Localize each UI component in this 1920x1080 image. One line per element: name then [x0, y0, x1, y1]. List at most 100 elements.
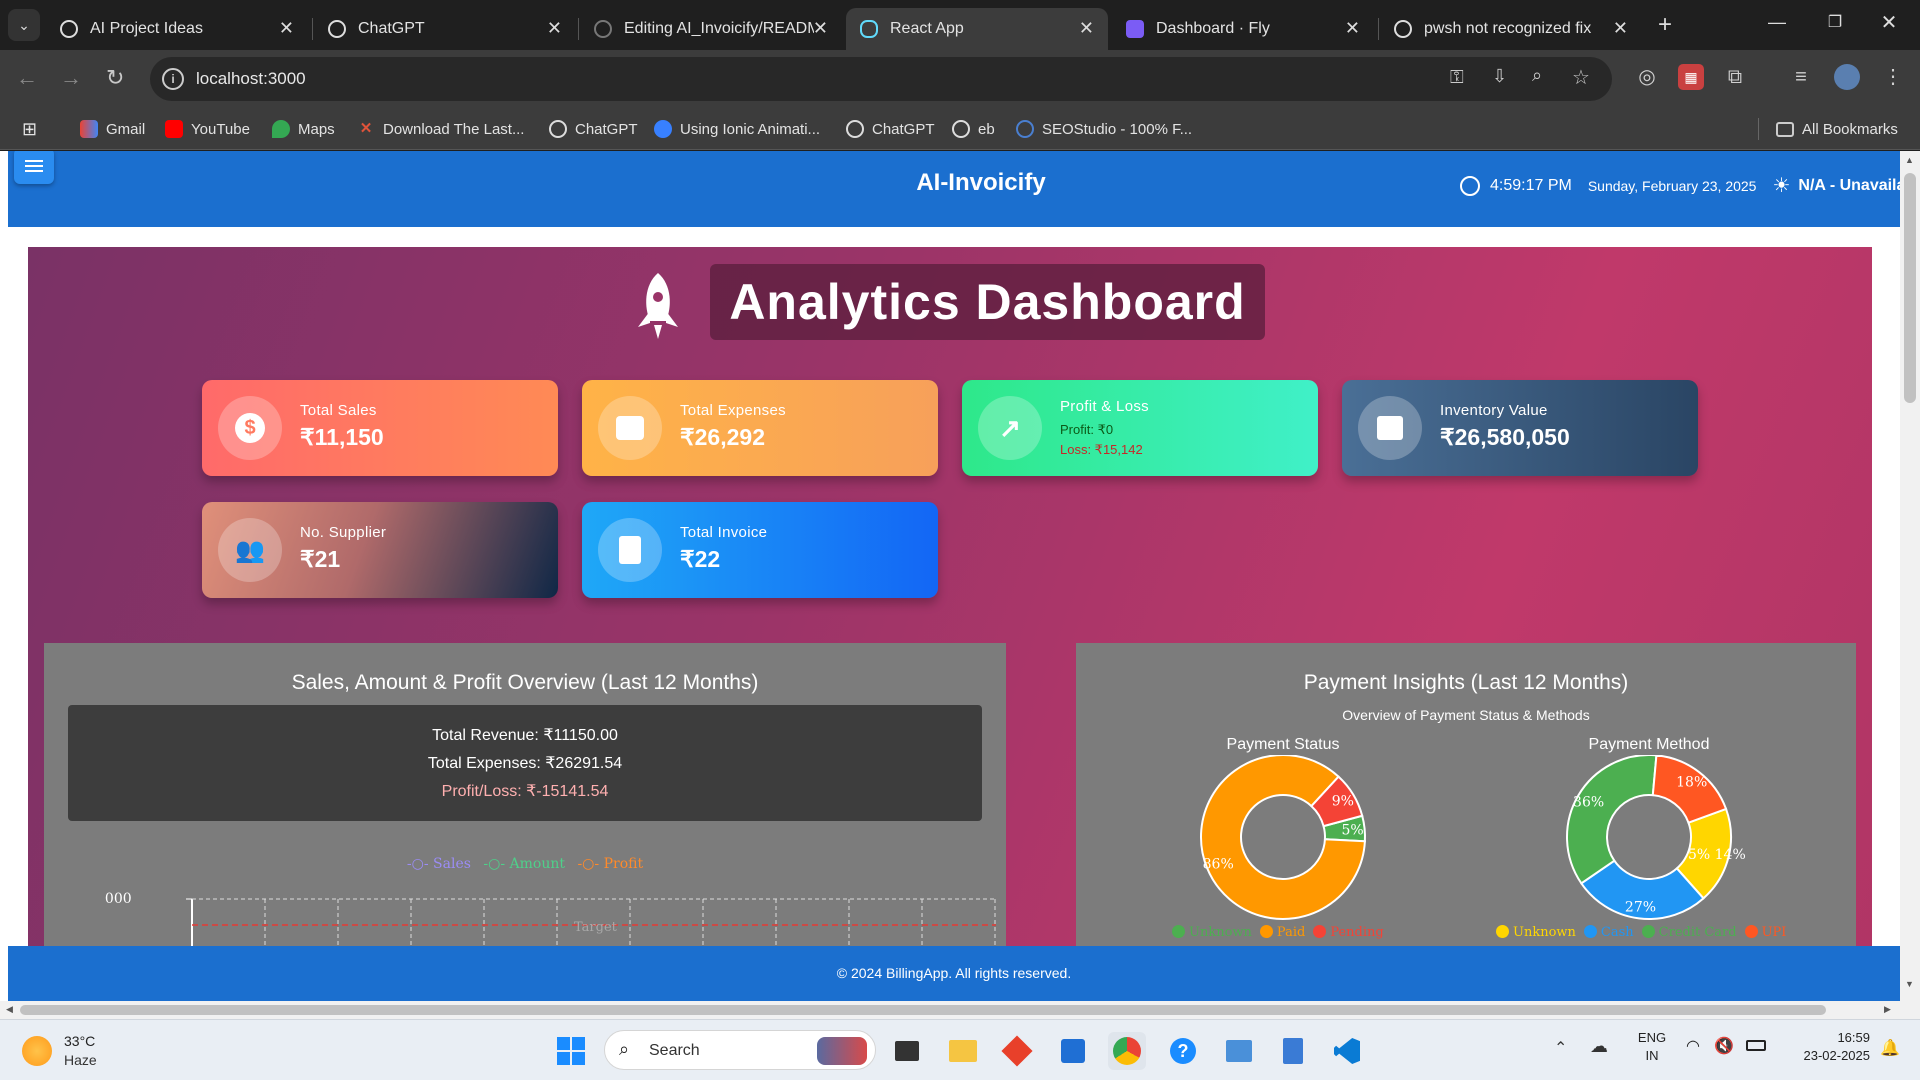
profit-loss-card[interactable]: ↗ Profit & Loss Profit: ₹0 Loss: ₹15,142	[962, 380, 1318, 476]
legend-amount[interactable]: -○- Amount	[483, 856, 565, 872]
extension-red-icon[interactable]: ▦	[1678, 64, 1704, 90]
inventory-value-card[interactable]: Inventory Value ₹26,580,050	[1342, 380, 1698, 476]
horizontal-scrollbar[interactable]: ◀ ▶	[0, 1001, 1920, 1019]
battery-icon[interactable]	[1746, 1040, 1766, 1051]
close-icon[interactable]: ✕	[279, 18, 294, 39]
back-icon[interactable]: ←	[16, 65, 38, 91]
show-hidden-icons[interactable]: ⌃	[1554, 1038, 1567, 1058]
legend-item-credit-card[interactable]: Credit Card	[1641, 925, 1737, 940]
app-red-diamond-icon[interactable]	[998, 1032, 1036, 1070]
tab-chatgpt[interactable]: ChatGPT ✕	[314, 8, 576, 50]
minimize-button[interactable]: —	[1760, 12, 1794, 38]
card-label: Inventory Value	[1440, 402, 1548, 419]
onedrive-icon[interactable]: ☁	[1590, 1036, 1608, 1057]
legend-item-unknown[interactable]: Unknown	[1172, 925, 1252, 940]
vertical-scrollbar[interactable]: ▲ ▼	[1900, 151, 1920, 1001]
scroll-thumb[interactable]	[20, 1005, 1826, 1015]
bookmark-star-icon[interactable]: ☆	[1572, 65, 1590, 90]
url-text[interactable]: localhost:3000	[196, 69, 306, 89]
bookmark-youtube[interactable]: YouTube	[165, 118, 250, 140]
all-bookmarks-button[interactable]: All Bookmarks	[1776, 118, 1898, 140]
scroll-right-arrow[interactable]: ▶	[1884, 1004, 1891, 1015]
extension-target-icon[interactable]: ◎	[1634, 64, 1660, 90]
system-clock[interactable]: 16:59 23-02-2025	[1780, 1030, 1871, 1063]
tab-divider	[578, 18, 579, 40]
legend-item-cash[interactable]: Cash	[1583, 925, 1634, 940]
y-tick-label: 8000	[104, 891, 132, 907]
bookmark-label: SEOStudio - 100% F...	[1042, 120, 1193, 138]
bookmark-gmail[interactable]: Gmail	[80, 118, 145, 140]
forward-icon[interactable]: →	[60, 65, 82, 91]
new-tab-button[interactable]: +	[1650, 10, 1680, 40]
close-icon[interactable]: ✕	[1079, 18, 1094, 39]
total-invoice-card[interactable]: Total Invoice ₹22	[582, 502, 938, 598]
supplier-count-card[interactable]: 👥 No. Supplier ₹21	[202, 502, 558, 598]
close-icon[interactable]: ✕	[1345, 18, 1360, 39]
file-explorer-icon[interactable]	[944, 1032, 982, 1070]
scroll-thumb[interactable]	[1904, 173, 1916, 403]
password-key-icon[interactable]: ⚿	[1450, 67, 1464, 88]
legend-profit[interactable]: -○- Profit	[577, 856, 643, 872]
window-close-button[interactable]: ✕	[1872, 10, 1906, 36]
ionic-icon	[654, 120, 672, 138]
vscode-icon[interactable]	[1328, 1032, 1366, 1070]
bookmark-chatgpt-2[interactable]: ChatGPT	[846, 118, 935, 140]
scroll-down-arrow[interactable]: ▼	[1905, 979, 1914, 989]
extensions-puzzle-icon[interactable]: ⧉	[1722, 64, 1748, 90]
address-bar[interactable]: i localhost:3000 ⚿ ⇩ ⌕ ☆	[150, 57, 1612, 101]
bookmark-download[interactable]: ✕ Download The Last...	[357, 118, 525, 140]
tab-react-app[interactable]: React App ✕	[846, 8, 1108, 50]
total-expenses-card[interactable]: Total Expenses ₹26,292	[582, 380, 938, 476]
language-indicator[interactable]: ENG IN	[1634, 1030, 1670, 1063]
tab-editing-readme[interactable]: Editing AI_Invoicify/READM ✕	[580, 8, 842, 50]
apps-grid-icon[interactable]: ⊞	[22, 118, 37, 140]
total-sales-card[interactable]: $ Total Sales ₹11,150	[202, 380, 558, 476]
browser-menu-icon[interactable]: ⋮	[1880, 64, 1906, 90]
bookmark-label: Download The Last...	[383, 120, 525, 138]
wifi-icon[interactable]: ◠	[1686, 1036, 1700, 1056]
legend-item-unknown[interactable]: Unknown	[1496, 925, 1576, 940]
profile-avatar[interactable]	[1834, 64, 1860, 90]
chrome-icon[interactable]	[1108, 1032, 1146, 1070]
site-info-icon[interactable]: i	[162, 68, 184, 90]
notepad-icon[interactable]	[1274, 1032, 1312, 1070]
tab-title: Editing AI_Invoicify/READM	[624, 20, 814, 37]
legend-sales[interactable]: -○- Sales	[407, 856, 471, 872]
legend-item-upi[interactable]: UPI	[1744, 925, 1786, 940]
bookmark-chatgpt-1[interactable]: ChatGPT	[549, 118, 638, 140]
media-control-icon[interactable]: ≡	[1788, 64, 1814, 90]
tab-ai-project-ideas[interactable]: AI Project Ideas ✕	[46, 8, 308, 50]
start-button[interactable]	[552, 1032, 590, 1070]
tab-dashboard-fly[interactable]: Dashboard · Fly ✕	[1112, 8, 1374, 50]
reload-icon[interactable]: ↻	[106, 65, 124, 91]
install-app-icon[interactable]: ⇩	[1492, 66, 1507, 87]
weather-widget[interactable]: 33°C Haze	[22, 1030, 142, 1072]
bookmark-maps[interactable]: Maps	[272, 118, 335, 140]
bookmark-ionic[interactable]: Using Ionic Animati...	[654, 118, 820, 140]
microsoft-store-icon[interactable]	[1054, 1032, 1092, 1070]
volume-muted-icon[interactable]: 🔇	[1714, 1036, 1734, 1056]
tab-pwsh-fix[interactable]: pwsh not recognized fix ✕	[1380, 8, 1642, 50]
close-icon[interactable]: ✕	[813, 18, 828, 39]
legend-item-paid[interactable]: Paid	[1259, 925, 1305, 940]
taskbar-search[interactable]: ⌕ Search	[604, 1030, 876, 1070]
task-view-icon[interactable]	[888, 1032, 926, 1070]
slice-data-label: 36%	[1573, 795, 1604, 811]
bookmark-seostudio[interactable]: SEOStudio - 100% F...	[1016, 118, 1192, 140]
notification-icon[interactable]: 🔔	[1880, 1038, 1900, 1058]
legend-label: Amount	[509, 856, 565, 872]
sun-icon: ☀	[1772, 175, 1791, 197]
bookmark-eb[interactable]: eb	[952, 118, 995, 140]
scroll-left-arrow[interactable]: ◀	[6, 1004, 13, 1015]
scroll-up-arrow[interactable]: ▲	[1905, 155, 1914, 165]
zoom-icon[interactable]: ⌕	[1532, 65, 1542, 86]
restore-button[interactable]: ❐	[1818, 12, 1852, 38]
legend-item-pending[interactable]: Pending	[1313, 925, 1384, 940]
close-icon[interactable]: ✕	[547, 18, 562, 39]
control-panel-icon[interactable]	[1220, 1032, 1258, 1070]
legend-label: Pending	[1330, 925, 1384, 940]
tab-title: ChatGPT	[358, 20, 425, 37]
close-icon[interactable]: ✕	[1613, 18, 1628, 39]
tab-search-button[interactable]: ⌄	[8, 9, 40, 41]
help-icon[interactable]: ?	[1164, 1032, 1202, 1070]
